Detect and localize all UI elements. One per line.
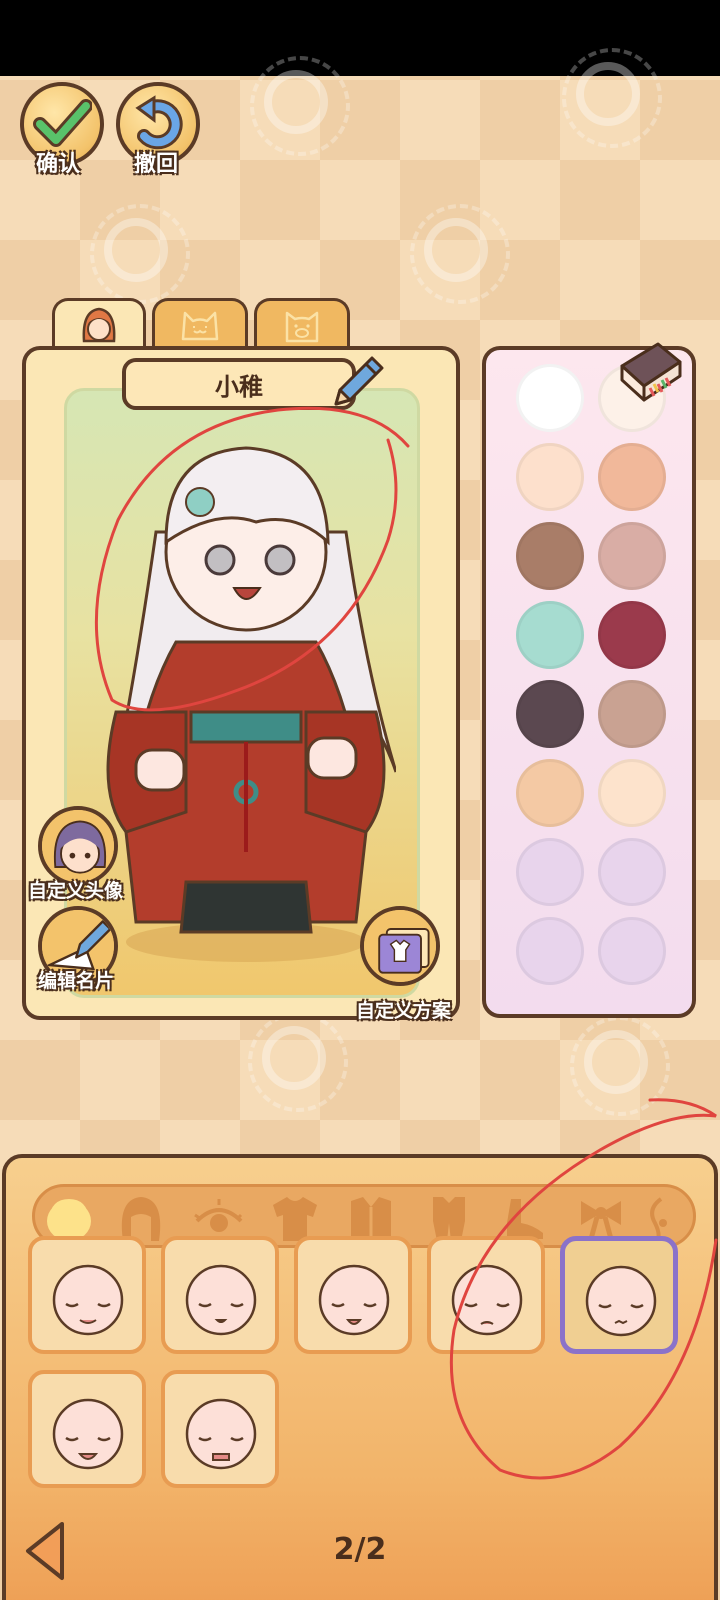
- edit-card-label: 编辑名片: [38, 970, 115, 992]
- dog-face-icon: [285, 311, 319, 342]
- checkmark-icon: [33, 99, 92, 147]
- color-swatch[interactable]: [598, 443, 666, 511]
- color-swatch[interactable]: [516, 917, 584, 985]
- face-expression-option[interactable]: [427, 1236, 545, 1354]
- custom-avatar-label: 自定义头像: [28, 880, 124, 902]
- color-swatch[interactable]: [516, 522, 584, 590]
- custom-scheme-label: 自定义方案: [356, 1000, 452, 1022]
- background-sun-decoration: [410, 204, 510, 304]
- face-icon: [318, 1264, 390, 1336]
- face-expression-option[interactable]: [161, 1236, 279, 1354]
- face-expression-option[interactable]: [560, 1236, 678, 1354]
- confirm-label: 确认: [36, 152, 81, 177]
- tab-cat[interactable]: [152, 298, 248, 348]
- color-swatch[interactable]: [598, 838, 666, 906]
- cat-face-icon: [181, 311, 219, 340]
- reset-brush-icon[interactable]: [614, 336, 686, 406]
- girl-face-icon: [82, 307, 116, 342]
- background-sun-decoration: [90, 204, 190, 304]
- background-sun-decoration: [570, 1016, 670, 1116]
- page-indicator: 2/2: [333, 1532, 387, 1567]
- skin-color-palette: [482, 342, 696, 1018]
- color-swatch[interactable]: [598, 759, 666, 827]
- custom-scheme-button[interactable]: [360, 906, 440, 986]
- character-preview[interactable]: [96, 412, 396, 972]
- tab-human[interactable]: [52, 298, 146, 348]
- face-icon: [585, 1265, 657, 1337]
- character-card: 小稚 自定义头像 编辑名片 自定义方案: [22, 346, 460, 1022]
- face-icon: [52, 1264, 124, 1336]
- color-swatch[interactable]: [598, 917, 666, 985]
- color-swatch[interactable]: [598, 601, 666, 669]
- background-sun-decoration: [248, 1012, 348, 1112]
- color-swatch[interactable]: [516, 838, 584, 906]
- color-swatch[interactable]: [516, 443, 584, 511]
- color-swatch[interactable]: [516, 364, 584, 432]
- background-sun-decoration: [562, 48, 662, 148]
- edit-pencil-icon[interactable]: [326, 350, 388, 414]
- background-sun-decoration: [250, 56, 350, 156]
- face-expression-option[interactable]: [28, 1236, 146, 1354]
- undo-label: 撤回: [134, 152, 179, 177]
- previous-page-arrow-icon[interactable]: [22, 1520, 68, 1582]
- face-icon: [185, 1264, 257, 1336]
- custom-avatar-button[interactable]: [38, 806, 118, 886]
- face-icon: [185, 1398, 257, 1470]
- tab-dog[interactable]: [254, 298, 350, 348]
- color-swatch[interactable]: [516, 680, 584, 748]
- outfit-cards-icon: [364, 910, 436, 982]
- face-expression-option[interactable]: [28, 1370, 146, 1488]
- color-swatch[interactable]: [598, 522, 666, 590]
- face-expression-option[interactable]: [294, 1236, 412, 1354]
- color-swatch[interactable]: [516, 759, 584, 827]
- face-icon: [451, 1264, 523, 1336]
- character-name[interactable]: 小稚: [122, 358, 356, 410]
- color-swatch[interactable]: [516, 601, 584, 669]
- face-expression-option[interactable]: [161, 1370, 279, 1488]
- face-icon: [52, 1398, 124, 1470]
- color-swatch[interactable]: [598, 680, 666, 748]
- undo-arrow-icon: [135, 95, 183, 150]
